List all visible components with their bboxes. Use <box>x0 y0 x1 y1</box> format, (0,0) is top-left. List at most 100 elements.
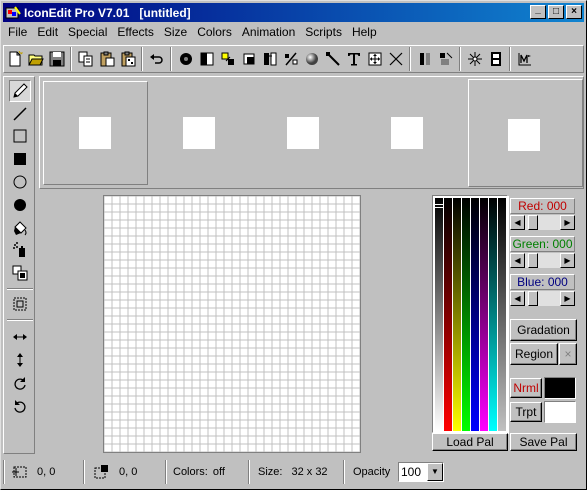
menu-colors[interactable]: Colors <box>192 24 237 41</box>
slider-thumb[interactable] <box>528 215 538 230</box>
palette-selection-marker <box>434 204 444 208</box>
palette-column[interactable] <box>471 198 479 431</box>
filled-ellipse-icon <box>14 199 26 211</box>
region-button[interactable]: Region <box>510 343 558 365</box>
film-button[interactable] <box>485 48 506 70</box>
title-bar[interactable]: IconEdit Pro V7.01 [untitled] _ □ × <box>3 3 584 22</box>
pencil-tool[interactable] <box>9 80 31 102</box>
app-icon <box>5 5 21 20</box>
menu-file[interactable]: File <box>3 24 32 41</box>
colors-label: Colors: <box>173 466 208 478</box>
scroll-left-icon[interactable]: ◀ <box>510 215 525 230</box>
copy-region-tool[interactable] <box>9 262 31 284</box>
select-tool[interactable] <box>9 293 31 315</box>
slider-thumb[interactable] <box>528 291 538 306</box>
preview-frame-2[interactable] <box>151 81 256 185</box>
palette-swatches[interactable] <box>433 196 509 434</box>
open-button[interactable] <box>25 48 46 70</box>
scroll-right-icon[interactable]: ▶ <box>560 253 575 268</box>
slider-thumb[interactable] <box>528 253 538 268</box>
square-brush-button[interactable] <box>238 48 259 70</box>
menu-special[interactable]: Special <box>63 24 112 41</box>
green-slider[interactable]: ◀ ▶ <box>510 253 575 268</box>
scroll-right-icon[interactable]: ▶ <box>560 291 575 306</box>
paste-button[interactable] <box>96 48 117 70</box>
wand-button[interactable] <box>322 48 343 70</box>
transparent-button[interactable]: Trpt <box>510 402 542 422</box>
edit-grid[interactable] <box>103 195 361 453</box>
rotate-cw-tool[interactable] <box>9 372 31 394</box>
menu-animation[interactable]: Animation <box>237 24 300 41</box>
menu-size[interactable]: Size <box>159 24 192 41</box>
rectangle-tool[interactable] <box>9 125 31 147</box>
move-button[interactable] <box>364 48 385 70</box>
scroll-right-icon[interactable]: ▶ <box>560 215 575 230</box>
normal-button[interactable]: Nrml <box>510 378 542 398</box>
save-palette-button[interactable]: Save Pal <box>510 433 577 451</box>
text-button[interactable] <box>343 48 364 70</box>
menu-effects[interactable]: Effects <box>112 24 158 41</box>
save-button[interactable] <box>46 48 67 70</box>
preview-frame-5[interactable] <box>468 79 583 187</box>
flip-horizontal-tool[interactable] <box>9 326 31 348</box>
maximize-button[interactable]: □ <box>548 5 564 19</box>
gradation-button[interactable]: Gradation <box>510 319 577 341</box>
flip-button[interactable] <box>259 48 280 70</box>
load-palette-button[interactable]: Load Pal <box>432 433 508 451</box>
mirror-button[interactable] <box>435 48 456 70</box>
script-button[interactable] <box>514 48 535 70</box>
opacity-select[interactable]: 100 ▼ <box>398 462 444 482</box>
paste-special-button[interactable] <box>117 48 138 70</box>
normal-color-swatch[interactable] <box>544 377 576 399</box>
rotate-button[interactable] <box>280 48 301 70</box>
transparent-color-swatch[interactable] <box>544 401 576 423</box>
undo-button[interactable] <box>146 48 167 70</box>
menu-scripts[interactable]: Scripts <box>300 24 347 41</box>
palette-column[interactable] <box>489 198 497 431</box>
sphere-button[interactable] <box>301 48 322 70</box>
flip-vertical-tool[interactable] <box>9 349 31 371</box>
chevron-down-icon[interactable]: ▼ <box>427 463 443 481</box>
half-fill-button[interactable] <box>196 48 217 70</box>
tool-separator <box>7 319 33 321</box>
clear-button[interactable] <box>385 48 406 70</box>
palette-column[interactable] <box>453 198 461 431</box>
color-palette[interactable] <box>432 195 509 434</box>
flip-horizontal-icon <box>13 334 27 340</box>
split-button[interactable] <box>414 48 435 70</box>
save-icon <box>49 51 64 67</box>
red-slider[interactable]: ◀ ▶ <box>510 215 575 230</box>
rotate-ccw-tool[interactable] <box>9 395 31 417</box>
filled-rectangle-tool[interactable] <box>9 148 31 170</box>
region-clear-button[interactable]: × <box>559 343 577 365</box>
palette-column[interactable] <box>444 198 452 431</box>
toolbar-separator <box>409 47 411 71</box>
preview-frame-3[interactable] <box>254 81 359 185</box>
toolbar-separator <box>170 47 172 71</box>
minimize-button[interactable]: _ <box>530 5 546 19</box>
line-tool[interactable] <box>9 103 31 125</box>
preview-frame-4[interactable] <box>358 81 463 185</box>
palette-column[interactable] <box>480 198 488 431</box>
palette-column[interactable] <box>498 198 506 431</box>
fill-bucket-tool[interactable] <box>9 217 31 239</box>
palette-column[interactable] <box>435 198 443 431</box>
new-button[interactable] <box>4 48 25 70</box>
preview-frame-1[interactable] <box>43 81 148 185</box>
color-replace-button[interactable] <box>217 48 238 70</box>
crosshair-icon <box>12 466 27 478</box>
filled-ellipse-tool[interactable] <box>9 194 31 216</box>
sparkle-button[interactable] <box>464 48 485 70</box>
circle-brush-button[interactable] <box>175 48 196 70</box>
close-button[interactable]: × <box>566 5 582 19</box>
menu-help[interactable]: Help <box>347 24 382 41</box>
blue-slider[interactable]: ◀ ▶ <box>510 291 575 306</box>
palette-column[interactable] <box>462 198 470 431</box>
scroll-left-icon[interactable]: ◀ <box>510 253 525 268</box>
scroll-left-icon[interactable]: ◀ <box>510 291 525 306</box>
menu-edit[interactable]: Edit <box>32 24 63 41</box>
ellipse-tool[interactable] <box>9 171 31 193</box>
spray-tool[interactable] <box>9 239 31 261</box>
copy-button[interactable] <box>75 48 96 70</box>
load-palette-label: Load Pal <box>446 435 494 449</box>
